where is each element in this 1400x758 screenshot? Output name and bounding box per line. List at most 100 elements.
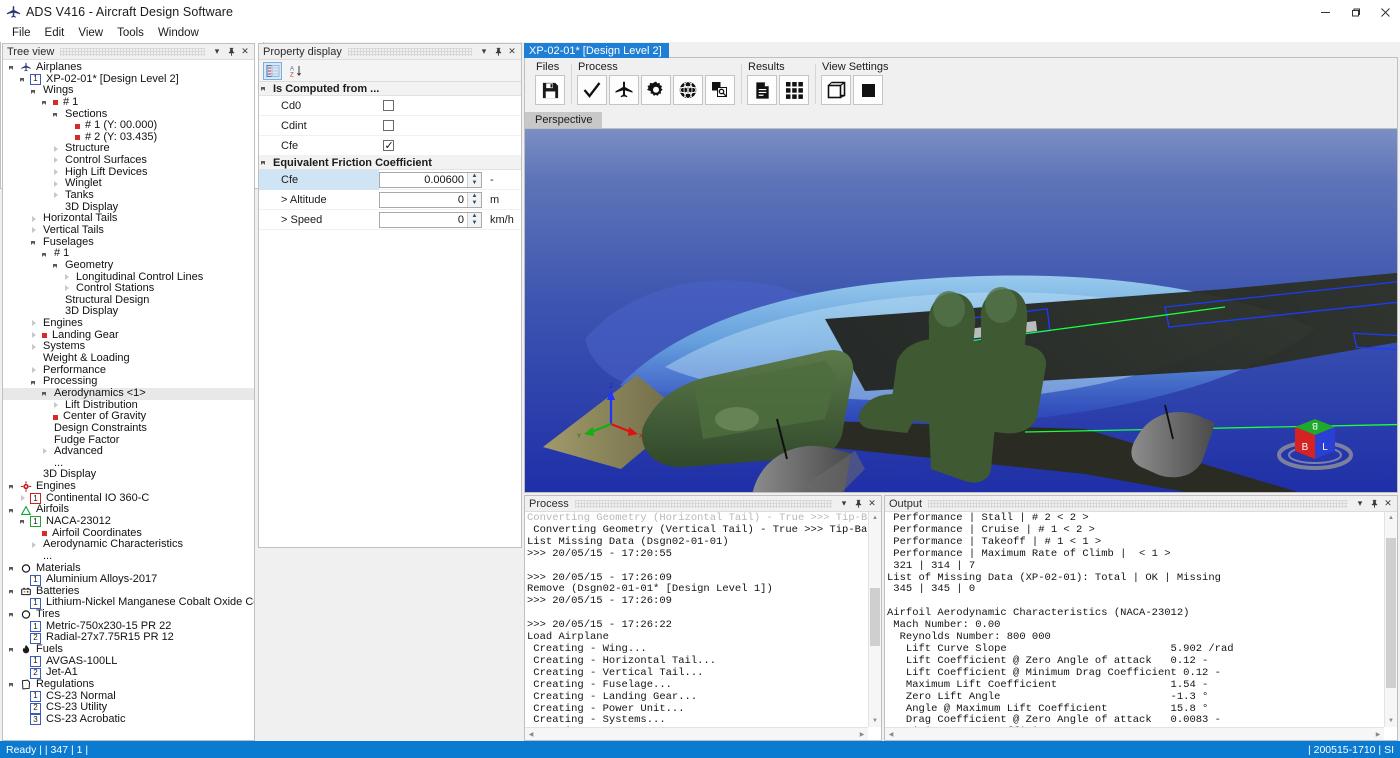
process-console[interactable]: Converting Geometry (Horizontal Tail) - …	[525, 512, 881, 740]
twisty[interactable]	[18, 598, 30, 609]
tree-item[interactable]: Design Constraints	[3, 422, 254, 435]
drag-grip[interactable]	[347, 47, 472, 56]
twisty[interactable]	[29, 342, 41, 353]
process-horizontal-scrollbar[interactable]: ◀ ▶	[525, 727, 868, 740]
tree-item[interactable]: # 1	[3, 96, 254, 109]
chevron-down-icon[interactable]	[31, 240, 35, 245]
chevron-right-icon[interactable]	[54, 157, 58, 164]
tree-item[interactable]: Regulations	[3, 678, 254, 691]
property-value[interactable]: ▲▼ m	[379, 191, 521, 208]
drag-grip[interactable]	[574, 499, 832, 508]
twisty[interactable]	[40, 423, 52, 434]
close-icon[interactable]: ✕	[1382, 498, 1394, 510]
chevron-down-icon[interactable]: ▾	[211, 46, 223, 58]
menu-file[interactable]: File	[5, 25, 38, 41]
pin-icon[interactable]	[852, 498, 864, 510]
twisty[interactable]	[51, 202, 63, 213]
tree-item[interactable]: Vertical Tails	[3, 224, 254, 237]
property-category[interactable]: Is Computed from ...	[259, 82, 521, 96]
twisty[interactable]	[62, 283, 74, 294]
chevron-down-icon[interactable]	[9, 613, 13, 618]
twisty[interactable]	[18, 493, 30, 504]
tree-item[interactable]: # 1	[3, 248, 254, 260]
twisty[interactable]	[259, 157, 273, 168]
check-button[interactable]	[577, 75, 607, 105]
twisty[interactable]	[18, 668, 30, 679]
twisty[interactable]	[18, 516, 30, 527]
categorized-icon[interactable]	[263, 61, 282, 80]
tree-item[interactable]: Airfoils	[3, 504, 254, 516]
chevron-right-icon[interactable]	[54, 180, 58, 187]
twisty[interactable]	[40, 388, 52, 399]
tree-item[interactable]: Fuels	[3, 643, 254, 656]
tree-view-body[interactable]: Airplanes 1 XP-02-01* [Design Level 2] Wing…	[3, 60, 254, 740]
pin-icon[interactable]	[225, 46, 237, 58]
twisty[interactable]	[18, 575, 30, 586]
tree-item[interactable]: Engines	[3, 480, 254, 493]
twisty[interactable]	[7, 563, 19, 574]
tree-item[interactable]: ...	[3, 550, 254, 563]
twisty[interactable]	[18, 714, 30, 725]
close-icon[interactable]: ✕	[239, 46, 251, 58]
chevron-right-icon[interactable]	[32, 215, 36, 222]
twisty[interactable]	[51, 307, 63, 318]
tree-item[interactable]: 1 XP-02-01* [Design Level 2]	[3, 73, 254, 86]
chevron-down-icon[interactable]	[9, 485, 13, 490]
twisty[interactable]	[51, 109, 63, 120]
chevron-down-icon[interactable]	[261, 87, 265, 91]
chevron-right-icon[interactable]	[32, 227, 36, 234]
tree-item[interactable]: Performance	[3, 364, 254, 377]
close-icon[interactable]: ✕	[506, 46, 518, 58]
settings-button[interactable]	[641, 75, 671, 105]
tree-item[interactable]: Aerodynamics <1>	[3, 387, 254, 400]
property-value[interactable]	[379, 100, 521, 111]
tree-item[interactable]: High Lift Devices	[3, 166, 254, 179]
twisty[interactable]	[29, 330, 41, 341]
chevron-right-icon[interactable]	[32, 332, 36, 339]
twisty[interactable]	[40, 97, 52, 108]
document-tab[interactable]: XP-02-01* [Design Level 2]	[524, 43, 669, 58]
tree-item[interactable]: Fuselages	[3, 236, 254, 249]
property-value-input[interactable]	[380, 172, 467, 187]
chevron-down-icon[interactable]: ▾	[838, 498, 850, 510]
tree-item[interactable]: 1 AVGAS-100LL	[3, 655, 254, 668]
chevron-right-icon[interactable]	[21, 495, 25, 502]
chevron-down-icon[interactable]	[9, 66, 13, 71]
twisty[interactable]	[18, 703, 30, 714]
twisty[interactable]	[51, 144, 63, 155]
tree-item[interactable]: # 2 (Y: 03.435)	[3, 131, 254, 144]
report-button[interactable]	[747, 75, 777, 105]
twisty[interactable]	[18, 74, 30, 85]
property-value[interactable]: ▲▼-	[379, 171, 521, 188]
tab-perspective[interactable]: Perspective	[525, 112, 603, 128]
property-value-input[interactable]	[380, 212, 467, 227]
twisty[interactable]	[29, 318, 41, 329]
chevron-right-icon[interactable]	[32, 343, 36, 350]
menu-window[interactable]: Window	[151, 25, 206, 41]
chevron-down-icon[interactable]	[9, 683, 13, 688]
scroll-up-icon[interactable]: ▲	[869, 512, 881, 524]
chevron-down-icon[interactable]: ▾	[478, 46, 490, 58]
twisty[interactable]	[51, 260, 63, 271]
tree-item[interactable]: Landing Gear	[3, 329, 254, 342]
airplane-button[interactable]	[609, 75, 639, 105]
tree-item[interactable]: Winglet	[3, 178, 254, 190]
property-row[interactable]: Cfe▲▼-	[259, 169, 521, 190]
twisty[interactable]	[51, 295, 63, 306]
chevron-right-icon[interactable]	[65, 285, 69, 292]
solid-button[interactable]	[853, 75, 883, 105]
twisty[interactable]	[18, 691, 30, 702]
chevron-down-icon[interactable]: ▾	[1354, 498, 1366, 510]
twisty[interactable]	[29, 377, 41, 388]
scroll-left-icon[interactable]: ◀	[525, 728, 537, 740]
tree-item[interactable]: Tires	[3, 608, 254, 621]
grid-button[interactable]	[779, 75, 809, 105]
twisty[interactable]	[18, 621, 30, 632]
twisty[interactable]	[7, 481, 19, 492]
spinner-arrows[interactable]: ▲ ▼	[467, 212, 481, 227]
drag-grip[interactable]	[928, 499, 1348, 508]
menu-edit[interactable]: Edit	[38, 25, 72, 41]
property-value-input[interactable]	[380, 192, 467, 207]
chevron-right-icon[interactable]	[32, 366, 36, 373]
property-value[interactable]	[379, 139, 521, 152]
